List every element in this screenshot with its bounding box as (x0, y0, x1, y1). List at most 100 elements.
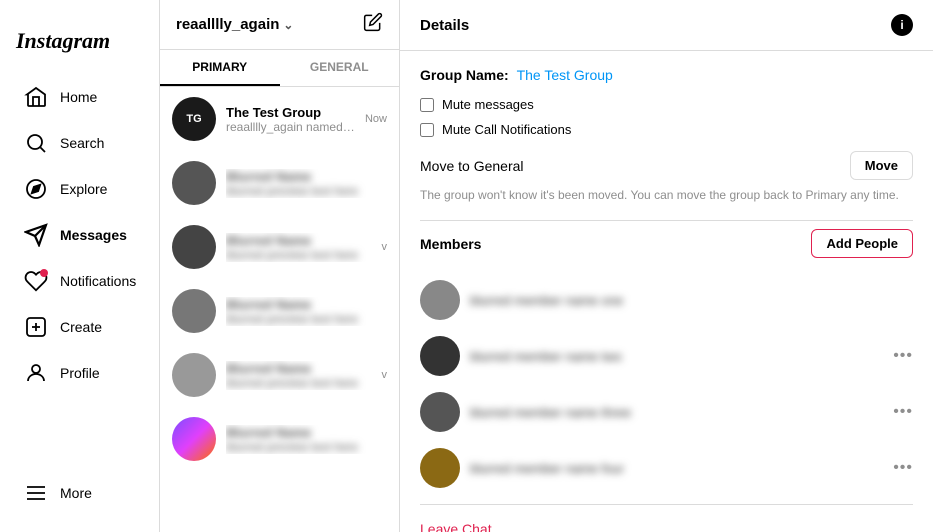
conv-name: Blurred Name (226, 425, 387, 440)
messages-username: reaalllly_again (176, 16, 279, 33)
list-item[interactable]: Blurred Name blurred preview text here (160, 407, 399, 471)
move-hint-text: The group won't know it's been moved. Yo… (420, 186, 913, 204)
leave-chat-link[interactable]: Leave Chat (420, 521, 913, 532)
tab-primary[interactable]: PRIMARY (160, 50, 280, 86)
mute-calls-row: Mute Call Notifications (420, 122, 913, 137)
member-item: blurred member name two ••• (420, 328, 913, 384)
messages-panel: reaalllly_again ⌄ PRIMARY GENERAL TG The… (160, 0, 400, 532)
member-name: blurred member name one (470, 293, 913, 308)
avatar (172, 225, 216, 269)
sidebar-item-notifications-label: Notifications (60, 273, 136, 289)
member-avatar (420, 392, 460, 432)
mute-messages-label: Mute messages (442, 97, 534, 112)
create-icon (24, 315, 48, 339)
conv-preview: blurred preview text here (226, 376, 372, 390)
conv-info: Blurred Name blurred preview text here (226, 297, 387, 326)
info-icon[interactable]: i (891, 14, 913, 36)
sidebar-item-search[interactable]: Search (8, 121, 151, 165)
conv-preview: blurred preview text here (226, 312, 387, 326)
member-avatar (420, 280, 460, 320)
mute-calls-label: Mute Call Notifications (442, 122, 571, 137)
divider (420, 220, 913, 221)
avatar (172, 161, 216, 205)
sidebar-item-profile[interactable]: Profile (8, 351, 151, 395)
sidebar-item-more[interactable]: More (8, 471, 151, 515)
avatar (172, 417, 216, 461)
member-item: blurred member name one (420, 272, 913, 328)
messages-icon (24, 223, 48, 247)
notification-dot (40, 269, 48, 277)
conv-preview: blurred preview text here (226, 248, 372, 262)
move-button[interactable]: Move (850, 151, 913, 180)
sidebar-item-more-label: More (60, 485, 92, 501)
conv-name: Blurred Name (226, 169, 387, 184)
conv-name: Blurred Name (226, 361, 372, 376)
details-header: Details i (400, 0, 933, 51)
member-avatar (420, 448, 460, 488)
sidebar-item-explore-label: Explore (60, 181, 107, 197)
messages-header-title[interactable]: reaalllly_again ⌄ (176, 16, 293, 33)
member-name: blurred member name two (470, 349, 883, 364)
sidebar-item-explore[interactable]: Explore (8, 167, 151, 211)
compose-icon[interactable] (363, 12, 383, 37)
divider-2 (420, 504, 913, 505)
sidebar: Instagram Home Search Explore (0, 0, 160, 532)
sidebar-item-messages-label: Messages (60, 227, 127, 243)
sidebar-item-create-label: Create (60, 319, 102, 335)
mute-calls-checkbox[interactable] (420, 123, 434, 137)
members-label: Members (420, 236, 481, 252)
conv-preview: blurred preview text here (226, 184, 387, 198)
messages-header: reaalllly_again ⌄ (160, 0, 399, 50)
sidebar-item-home-label: Home (60, 89, 97, 105)
conv-info: Blurred Name blurred preview text here (226, 425, 387, 454)
notifications-icon (24, 269, 48, 293)
list-item[interactable]: Blurred Name blurred preview text here (160, 279, 399, 343)
leave-chat-section: Leave Chat You won't get messages from t… (420, 521, 913, 532)
list-item[interactable]: Blurred Name blurred preview text here (160, 151, 399, 215)
add-people-button[interactable]: Add People (811, 229, 913, 258)
logo: Instagram (0, 16, 159, 74)
conv-info: Blurred Name blurred preview text here (226, 169, 387, 198)
list-item[interactable]: Blurred Name blurred preview text here v (160, 215, 399, 279)
members-row: Members Add People (420, 229, 913, 258)
sidebar-item-create[interactable]: Create (8, 305, 151, 349)
member-name: blurred member name three (470, 405, 883, 420)
more-icon (24, 481, 48, 505)
member-options-button[interactable]: ••• (893, 347, 913, 365)
group-name-row: Group Name: The Test Group (420, 67, 913, 83)
group-avatar: TG (172, 97, 216, 141)
search-icon (24, 131, 48, 155)
conv-preview: blurred preview text here (226, 440, 387, 454)
sidebar-item-home[interactable]: Home (8, 75, 151, 119)
conv-info: Blurred Name blurred preview text here (226, 361, 372, 390)
member-item: blurred member name three ••• (420, 384, 913, 440)
conversation-item-group[interactable]: TG The Test Group reaalllly_again named … (160, 87, 399, 151)
conv-group-name: The Test Group (226, 105, 355, 120)
conv-group-preview: reaalllly_again named the gr... (226, 120, 355, 134)
details-panel: Details i Group Name: The Test Group Mut… (400, 0, 933, 532)
sidebar-item-search-label: Search (60, 135, 104, 151)
tab-general[interactable]: GENERAL (280, 50, 400, 86)
home-icon (24, 85, 48, 109)
list-item[interactable]: Blurred Name blurred preview text here v (160, 343, 399, 407)
sidebar-item-messages[interactable]: Messages (8, 213, 151, 257)
chevron-down-icon: ⌄ (283, 18, 293, 32)
conv-group-time: Now (365, 113, 387, 125)
avatar (172, 289, 216, 333)
sidebar-item-notifications[interactable]: Notifications (8, 259, 151, 303)
sidebar-item-profile-label: Profile (60, 365, 100, 381)
member-options-button[interactable]: ••• (893, 403, 913, 421)
member-name: blurred member name four (470, 461, 883, 476)
mute-messages-checkbox[interactable] (420, 98, 434, 112)
explore-icon (24, 177, 48, 201)
details-content: Group Name: The Test Group Mute messages… (400, 51, 933, 532)
member-options-button[interactable]: ••• (893, 459, 913, 477)
avatar (172, 353, 216, 397)
conv-info: Blurred Name blurred preview text here (226, 233, 372, 262)
move-to-general-row: Move to General Move (420, 151, 913, 180)
profile-icon (24, 361, 48, 385)
conv-name: Blurred Name (226, 297, 387, 312)
details-title: Details (420, 17, 469, 34)
conv-time: v (382, 241, 388, 253)
message-tabs: PRIMARY GENERAL (160, 50, 399, 87)
